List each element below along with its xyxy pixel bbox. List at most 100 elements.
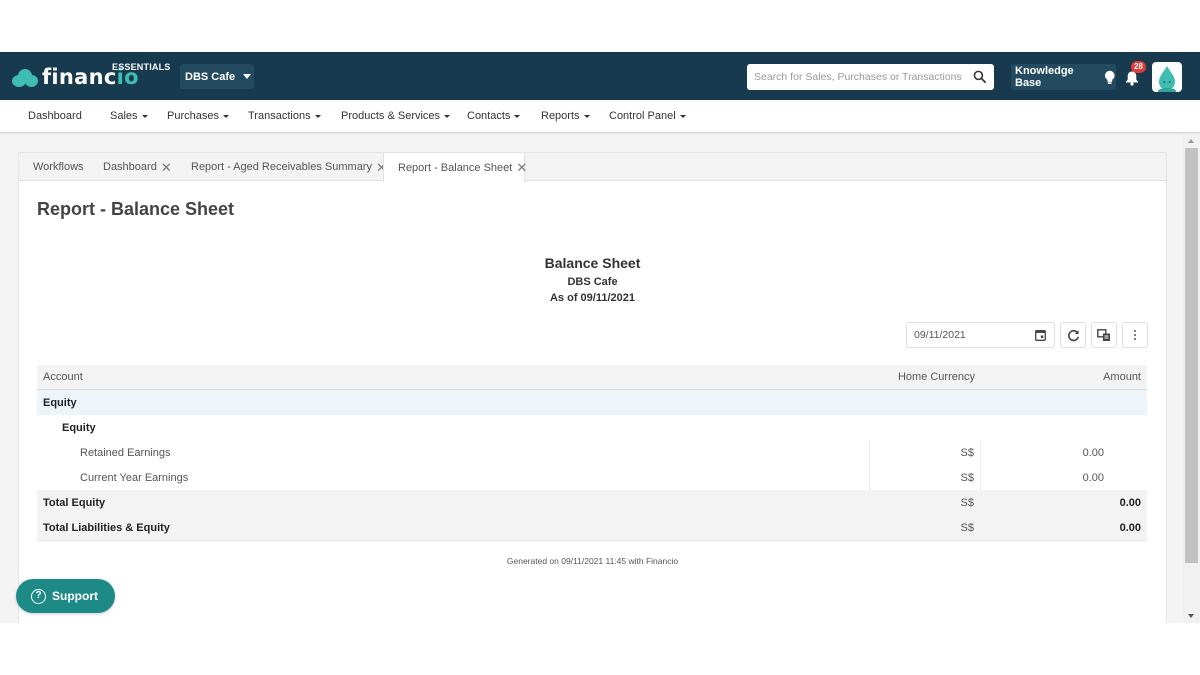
nav-sales[interactable]: Sales [110, 110, 148, 122]
table-row[interactable]: Current Year Earnings S$ 0.00 [37, 465, 1147, 490]
scroll-up-arrow-icon[interactable] [1188, 139, 1194, 143]
company-selector[interactable]: DBS Cafe [180, 64, 254, 89]
total-amount: 0.00 [1119, 521, 1141, 534]
content-panel: Workflows Dashboard ✕ Report - Aged Rece… [18, 152, 1167, 623]
account-name: Equity [62, 421, 96, 434]
search-input[interactable] [754, 71, 964, 83]
caret-down-icon [222, 114, 229, 118]
company-name: DBS Cafe [185, 70, 236, 83]
caret-down-icon [314, 114, 321, 118]
user-avatar[interactable] [1152, 62, 1182, 92]
refresh-button[interactable] [1060, 322, 1086, 348]
tab-aged-receivables[interactable]: Report - Aged Receivables Summary ✕ [177, 153, 387, 181]
nav-label: Control Panel [609, 110, 676, 122]
total-amount: 0.00 [1119, 496, 1141, 509]
column-divider [869, 465, 870, 490]
account-name: Equity [43, 396, 77, 409]
cloud-logo-icon [12, 67, 40, 87]
caret-down-icon [444, 114, 451, 118]
currency-code: S$ [960, 471, 974, 484]
tab-label: Report - Balance Sheet [398, 161, 513, 174]
tab-workflows[interactable]: Workflows [19, 153, 84, 181]
total-label: Total Liabilities & Equity [43, 521, 170, 534]
more-options-button[interactable] [1122, 322, 1148, 348]
knowledge-base-button[interactable]: Knowledge Base [1011, 64, 1116, 90]
nav-transactions[interactable]: Transactions [248, 110, 321, 122]
mascot-avatar-icon [1158, 66, 1176, 92]
column-divider [980, 440, 981, 465]
caret-down-icon [514, 114, 521, 118]
report-header: Balance Sheet DBS Cafe As of 09/11/2021 [19, 255, 1166, 304]
column-divider [869, 440, 870, 465]
lightbulb-icon [1105, 70, 1116, 84]
caret-down-icon [583, 114, 590, 118]
generated-footer: Generated on 09/11/2021 11:45 with Finan… [506, 556, 679, 566]
amount-value[interactable]: 0.00 [1083, 447, 1104, 459]
nav-label: Reports [541, 110, 580, 122]
table-row-subgroup[interactable]: Equity [37, 415, 1147, 440]
nav-label: Contacts [467, 110, 511, 122]
column-header-amount[interactable]: Amount [1103, 371, 1141, 383]
report-date-picker[interactable]: 09/11/2021 [906, 322, 1055, 348]
close-icon[interactable]: ✕ [516, 161, 527, 174]
column-header-account[interactable]: Account [43, 371, 83, 383]
tab-label: Workflows [33, 161, 84, 173]
table-row-group[interactable]: Equity [37, 390, 1147, 415]
main-nav: Dashboard Sales Purchases Transactions P… [0, 100, 1200, 133]
table-header-row: Account Home Currency Amount [37, 365, 1147, 390]
search-icon[interactable] [973, 70, 986, 83]
nav-reports[interactable]: Reports [541, 110, 590, 122]
knowledge-base-label: Knowledge Base [1015, 65, 1074, 89]
account-name[interactable]: Current Year Earnings [80, 472, 188, 484]
table-row[interactable]: Retained Earnings S$ 0.00 [37, 440, 1147, 465]
balance-sheet-table: Account Home Currency Amount Equity Equi… [37, 365, 1147, 541]
nav-dashboard[interactable]: Dashboard [28, 110, 82, 122]
edition-label: ESSENTIALS [112, 62, 171, 72]
notification-count-badge: 28 [1131, 61, 1146, 73]
currency-code: S$ [960, 446, 974, 459]
nav-purchases[interactable]: Purchases [167, 110, 229, 122]
support-label: Support [52, 589, 98, 603]
close-icon[interactable]: ✕ [161, 161, 172, 174]
top-bar: financio ESSENTIALS DBS Cafe Knowledge B… [0, 52, 1200, 100]
nav-control-panel[interactable]: Control Panel [609, 110, 686, 122]
tab-label: Report - Aged Receivables Summary [191, 161, 372, 173]
app-screen: financio ESSENTIALS DBS Cafe Knowledge B… [0, 52, 1200, 623]
column-header-home-currency[interactable]: Home Currency [898, 371, 975, 383]
column-divider [980, 465, 981, 490]
vertical-scrollbar[interactable] [1183, 134, 1200, 623]
page-title: Report - Balance Sheet [37, 199, 235, 219]
currency-code: S$ [960, 521, 974, 534]
nav-label: Dashboard [28, 110, 82, 122]
tab-label: Dashboard [103, 161, 157, 173]
amount-value[interactable]: 0.00 [1083, 472, 1104, 484]
calendar-icon[interactable] [1035, 329, 1046, 341]
support-button[interactable]: ? Support [16, 579, 115, 613]
export-button[interactable] [1091, 322, 1117, 348]
report-company: DBS Cafe [567, 276, 618, 288]
nav-label: Products & Services [341, 110, 441, 122]
total-label: Total Equity [43, 496, 106, 509]
currency-code: S$ [960, 496, 974, 509]
scroll-down-arrow-icon[interactable] [1188, 614, 1194, 618]
chevron-down-icon [243, 74, 252, 79]
global-search[interactable] [747, 64, 994, 90]
help-circle-icon: ? [31, 588, 46, 604]
tab-bar: Workflows Dashboard ✕ Report - Aged Rece… [19, 153, 1166, 182]
account-name[interactable]: Retained Earnings [80, 447, 171, 459]
nav-contacts[interactable]: Contacts [467, 110, 521, 122]
nav-label: Purchases [167, 110, 219, 122]
table-row-total: Total Liabilities & Equity S$ 0.00 [37, 515, 1147, 540]
scrollbar-thumb[interactable] [1185, 148, 1198, 563]
copy-export-icon [1097, 328, 1110, 341]
nav-label: Transactions [248, 110, 311, 122]
report-title: Balance Sheet [544, 255, 641, 271]
caret-down-icon [141, 114, 148, 118]
nav-products-services[interactable]: Products & Services [341, 110, 451, 122]
tab-balance-sheet[interactable]: Report - Balance Sheet ✕ [383, 153, 527, 182]
tab-dashboard[interactable]: Dashboard ✕ [89, 153, 172, 181]
table-row-total: Total Equity S$ 0.00 [37, 490, 1147, 515]
report-as-of-date: As of 09/11/2021 [549, 292, 635, 304]
refresh-icon [1067, 329, 1079, 341]
caret-down-icon [679, 114, 686, 118]
